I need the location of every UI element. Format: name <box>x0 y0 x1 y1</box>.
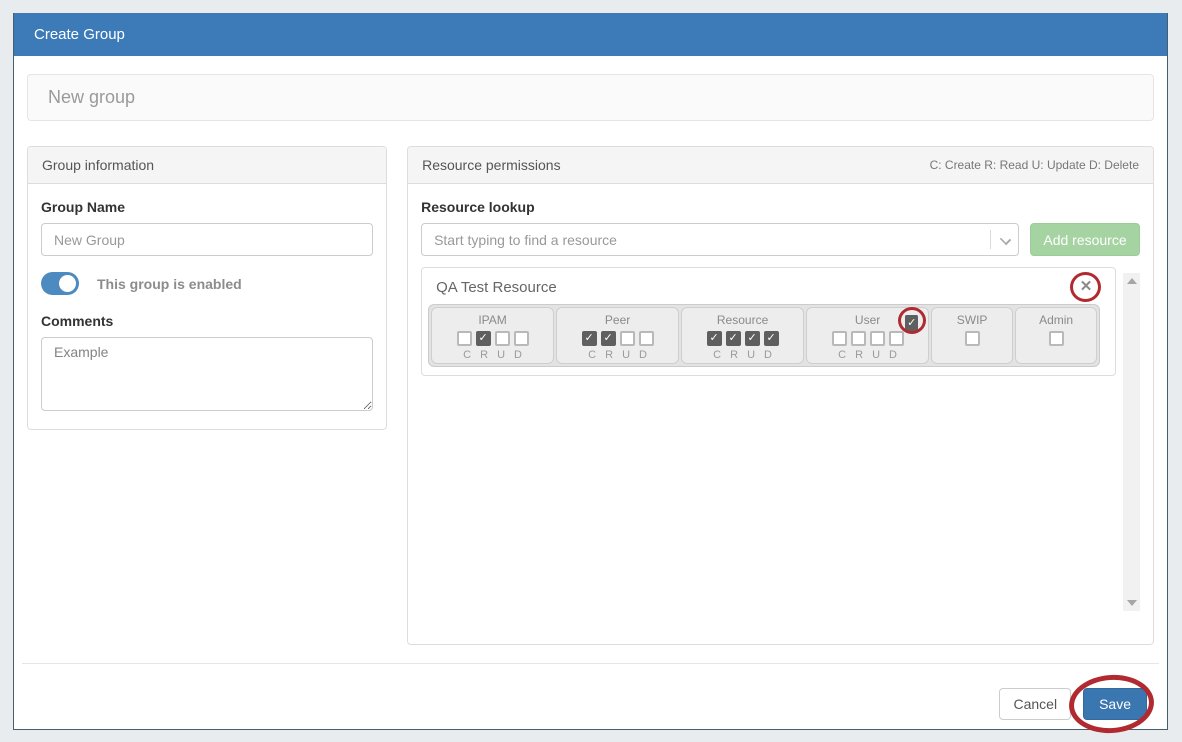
checkbox-resource-d[interactable]: ✓ <box>763 331 779 346</box>
crud-letter: R <box>480 349 489 361</box>
resource-permissions-card: Resource permissions C: Create R: Read U… <box>407 146 1154 645</box>
module-name: Resource <box>716 313 769 327</box>
crud-letter: D <box>514 349 522 361</box>
permission-cell-resource: Resource ✓ ✓ ✓ ✓ C R U D <box>681 307 805 364</box>
toggle-knob <box>59 275 76 292</box>
module-name: User <box>854 313 881 327</box>
module-name: Admin <box>1039 313 1074 327</box>
comments-label: Comments <box>41 313 114 329</box>
crud-letter: U <box>747 349 756 361</box>
modal-header: Create Group <box>14 13 1167 56</box>
resource-lookup-label: Resource lookup <box>421 199 535 215</box>
resource-row: QA Test Resource ✕ IPAM ✓ C R U D Peer ✓ ✓ C R U D Reso… <box>421 267 1116 376</box>
group-name-label: Group Name <box>41 199 126 215</box>
checkbox-user-r[interactable] <box>850 331 866 346</box>
resource-list-region: QA Test Resource ✕ IPAM ✓ C R U D Peer ✓ ✓ C R U D Reso… <box>421 267 1140 611</box>
checkbox-user-c[interactable] <box>831 331 847 346</box>
crud-letter: D <box>639 349 647 361</box>
create-group-modal: Create Group New group Group information… <box>13 13 1168 736</box>
checkbox-peer-c[interactable]: ✓ <box>581 331 597 346</box>
crud-letter: C <box>713 349 722 361</box>
checkbox-resource-u[interactable]: ✓ <box>744 331 760 346</box>
crud-letter: D <box>764 349 772 361</box>
resource-permissions-header: Resource permissions C: Create R: Read U… <box>408 147 1153 184</box>
save-button[interactable]: Save <box>1083 688 1147 720</box>
select-all-checkbox-user[interactable]: ✓ <box>905 315 919 331</box>
group-information-title: Group information <box>42 157 155 173</box>
checkbox-peer-r[interactable]: ✓ <box>600 331 616 346</box>
crud-letter: R <box>605 349 614 361</box>
crud-letter: U <box>872 349 881 361</box>
crud-letter: R <box>855 349 864 361</box>
checkbox-ipam-c[interactable] <box>456 331 472 346</box>
checkbox-resource-c[interactable]: ✓ <box>706 331 722 346</box>
comments-textarea[interactable]: Example <box>41 337 374 411</box>
crud-letter: C <box>838 349 847 361</box>
permission-cell-user: User ✓ C R U D <box>806 307 930 364</box>
resource-list: QA Test Resource ✕ IPAM ✓ C R U D Peer ✓ ✓ C R U D Reso… <box>421 267 1140 376</box>
group-enabled-toggle[interactable] <box>41 272 79 295</box>
group-name-input[interactable] <box>41 223 374 256</box>
resource-lookup-input[interactable] <box>421 223 1019 256</box>
checkbox-resource-r[interactable]: ✓ <box>725 331 741 346</box>
scroll-up-icon[interactable] <box>1123 273 1140 290</box>
crud-letter: C <box>463 349 472 361</box>
resource-list-scrollbar[interactable] <box>1123 273 1140 611</box>
permission-cell-peer: Peer ✓ ✓ C R U D <box>556 307 680 364</box>
crud-letter: U <box>622 349 631 361</box>
module-name: SWIP <box>956 313 988 327</box>
resource-permissions-title: Resource permissions <box>422 157 561 173</box>
checkbox-user-u[interactable] <box>869 331 885 346</box>
permission-cell-admin: Admin <box>1015 307 1098 364</box>
crud-letter: U <box>497 349 506 361</box>
remove-resource-icon[interactable]: ✕ <box>1077 278 1095 296</box>
crud-letter: R <box>730 349 739 361</box>
cancel-button[interactable]: Cancel <box>999 688 1072 720</box>
permission-strip: IPAM ✓ C R U D Peer ✓ ✓ C R U D Resource ✓ ✓ ✓ ✓ C R U D User ✓… <box>428 304 1101 367</box>
group-information-card: Group information Group Name This group … <box>27 146 388 430</box>
crud-letter: C <box>588 349 597 361</box>
scroll-down-icon[interactable] <box>1123 594 1140 611</box>
checkbox-user-d[interactable] <box>888 331 904 346</box>
group-subtitle-box: New group <box>27 74 1154 121</box>
checkbox-ipam-d[interactable] <box>513 331 529 346</box>
checkbox-admin-toggle[interactable] <box>1048 331 1064 346</box>
group-information-header: Group information <box>28 147 387 184</box>
crud-letter: D <box>889 349 897 361</box>
checkbox-ipam-u[interactable] <box>494 331 510 346</box>
permission-cell-swip: SWIP <box>931 307 1014 364</box>
permission-cell-ipam: IPAM ✓ C R U D <box>431 307 555 364</box>
checkbox-ipam-r[interactable]: ✓ <box>475 331 491 346</box>
checkbox-peer-d[interactable] <box>638 331 654 346</box>
checkbox-peer-u[interactable] <box>619 331 635 346</box>
group-enabled-label: This group is enabled <box>97 275 242 292</box>
group-subtitle: New group <box>48 87 136 107</box>
lookup-input-divider <box>990 230 991 249</box>
module-name: Peer <box>604 313 631 327</box>
add-resource-button[interactable]: Add resource <box>1030 223 1140 256</box>
modal-title: Create Group <box>34 26 125 43</box>
checkbox-swip-toggle[interactable] <box>964 331 980 346</box>
resource-name: QA Test Resource <box>436 278 557 296</box>
module-name: IPAM <box>478 313 507 327</box>
crud-legend: C: Create R: Read U: Update D: Delete <box>929 158 1139 172</box>
